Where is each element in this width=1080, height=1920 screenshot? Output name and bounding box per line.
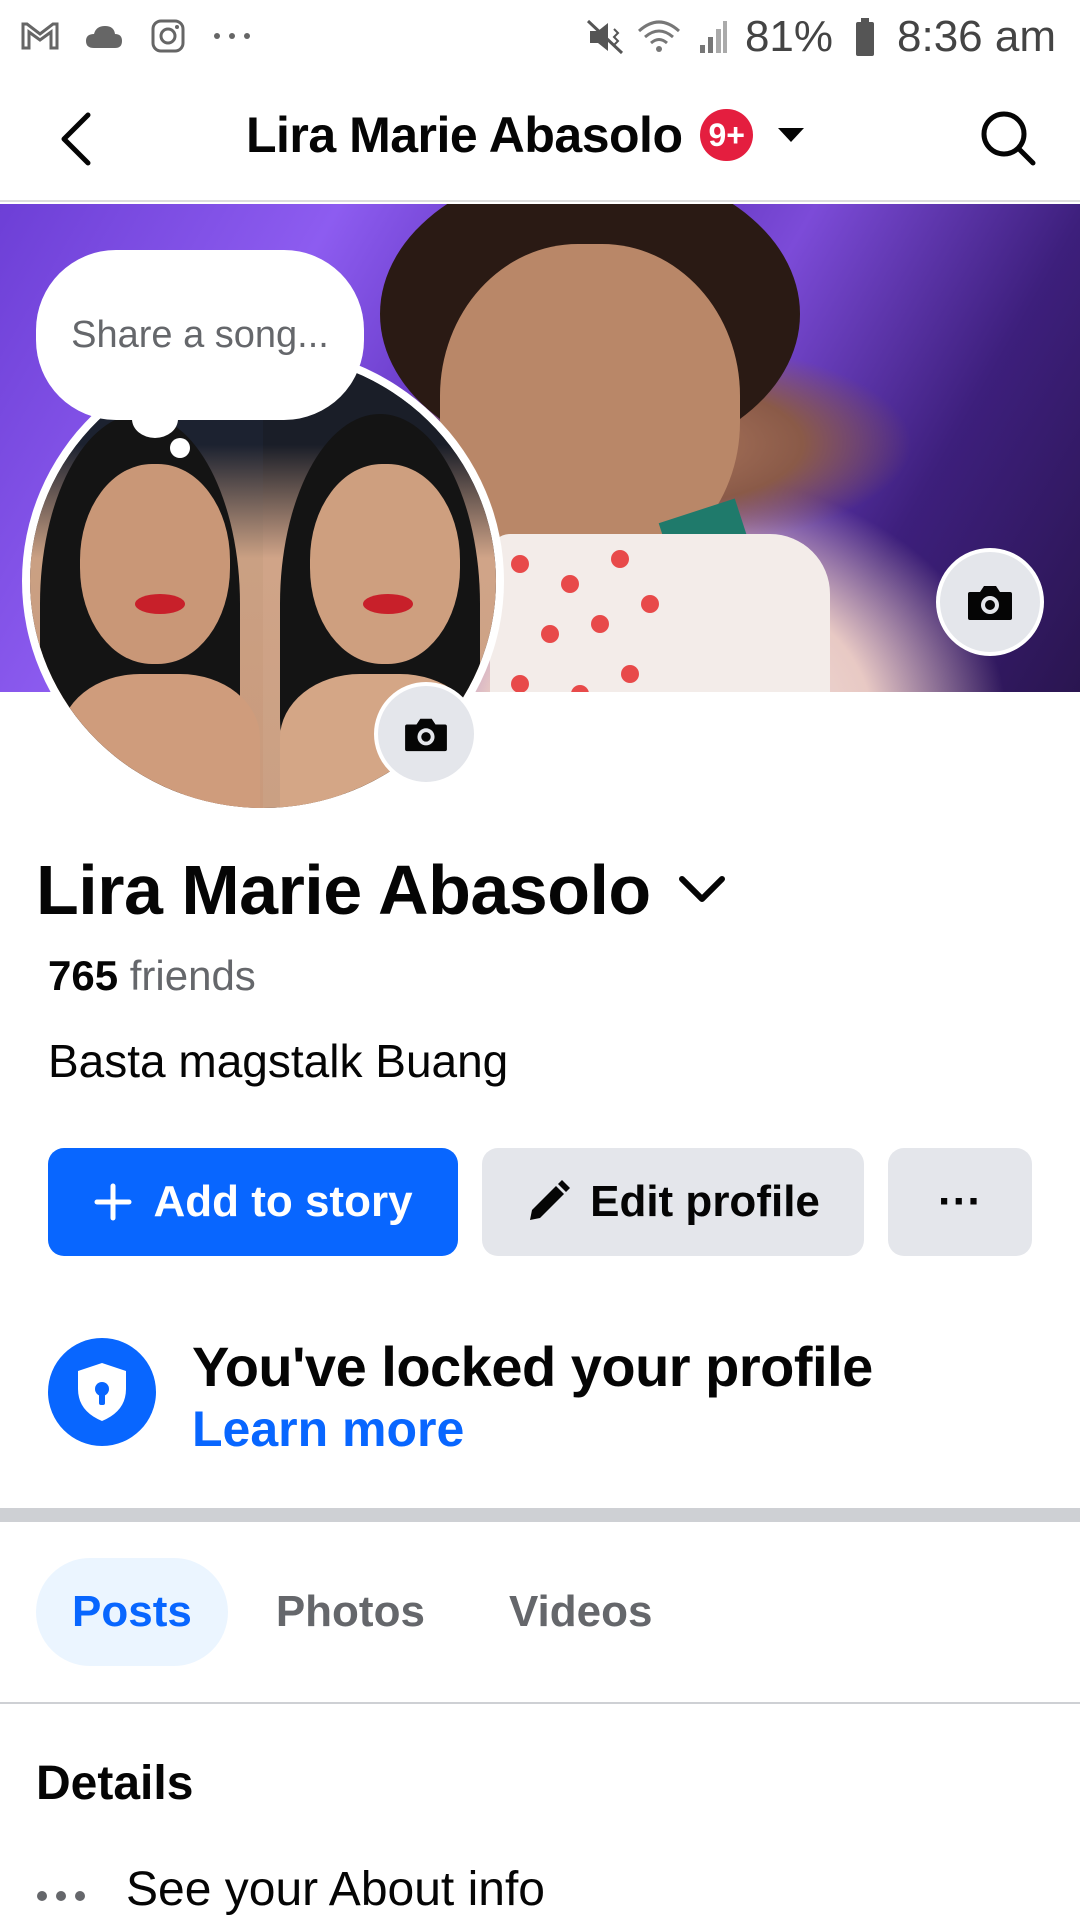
bubble-tail-large [132, 400, 178, 438]
more-dots-icon [36, 1867, 86, 1912]
avatar-left-face [80, 464, 230, 664]
more-dots-icon [210, 14, 254, 58]
instagram-icon [146, 14, 190, 58]
share-song-bubble[interactable]: Share a song... [36, 250, 364, 420]
profile-tabs: Posts Photos Videos [36, 1558, 688, 1666]
see-about-info-label: See your About info [126, 1863, 545, 1916]
more-options-label: ··· [938, 1177, 982, 1226]
search-icon [981, 111, 1036, 166]
tab-photos[interactable]: Photos [240, 1558, 461, 1666]
tab-videos[interactable]: Videos [473, 1558, 688, 1666]
add-to-story-label: Add to story [153, 1177, 413, 1226]
section-divider [0, 1508, 1080, 1522]
avatar-right-face [310, 464, 460, 664]
status-left-icons [18, 14, 254, 58]
gmail-icon [18, 14, 62, 58]
profile-name-row[interactable]: Lira Marie Abasolo [36, 850, 727, 930]
locked-profile-shield-icon [48, 1338, 156, 1446]
plus-icon [94, 1183, 132, 1221]
cover-camera-button[interactable] [936, 548, 1044, 656]
status-bar: 81% 8:36 am [0, 0, 1080, 76]
edit-profile-button[interactable]: Edit profile [482, 1148, 864, 1256]
camera-icon [405, 718, 447, 752]
see-about-info-row[interactable]: See your About info [36, 1862, 545, 1917]
friends-count: 765 [48, 952, 119, 999]
clock: 8:36 am [897, 12, 1056, 61]
locked-profile-title: You've locked your profile [192, 1335, 873, 1398]
details-heading: Details [36, 1757, 194, 1810]
mute-vibrate-icon [583, 15, 627, 59]
top-header: Lira Marie Abasolo 9+ [0, 76, 1080, 202]
edit-profile-label: Edit profile [590, 1177, 820, 1226]
chevron-down-icon [677, 865, 727, 915]
wifi-icon [637, 15, 681, 59]
battery-icon [843, 15, 887, 59]
status-right-icons: 81% 8:36 am [583, 12, 1056, 62]
caret-down-icon [771, 115, 811, 155]
profile-bio: Basta magstalk Buang [48, 1035, 509, 1087]
signal-icon [691, 15, 735, 59]
friends-label: friends [129, 952, 256, 999]
back-button[interactable] [40, 104, 110, 174]
bubble-tail-small [170, 438, 190, 458]
camera-icon [968, 586, 1012, 620]
friends-count-line[interactable]: 765 friends [48, 952, 256, 1000]
avatar-right-lips [363, 594, 413, 614]
header-title: Lira Marie Abasolo [246, 107, 683, 163]
share-song-label: Share a song... [71, 313, 329, 356]
profile-camera-button[interactable] [374, 682, 478, 786]
cloud-icon [82, 14, 126, 58]
battery-percent: 81% [744, 12, 834, 61]
avatar-left-body [60, 674, 260, 808]
cover-image-dress [490, 534, 830, 692]
tabs-divider [0, 1702, 1080, 1704]
back-arrow-icon [61, 112, 91, 166]
learn-more-link[interactable]: Learn more [192, 1400, 464, 1458]
pencil-icon [530, 1180, 571, 1220]
profile-switcher[interactable]: Lira Marie Abasolo 9+ [246, 106, 811, 164]
more-options-button[interactable]: ··· [888, 1148, 1032, 1256]
tab-posts[interactable]: Posts [36, 1558, 228, 1666]
search-button[interactable] [972, 102, 1044, 174]
notification-badge: 9+ [700, 109, 753, 161]
add-to-story-button[interactable]: Add to story [48, 1148, 458, 1256]
profile-name: Lira Marie Abasolo [36, 851, 651, 929]
avatar-left-lips [135, 594, 185, 614]
